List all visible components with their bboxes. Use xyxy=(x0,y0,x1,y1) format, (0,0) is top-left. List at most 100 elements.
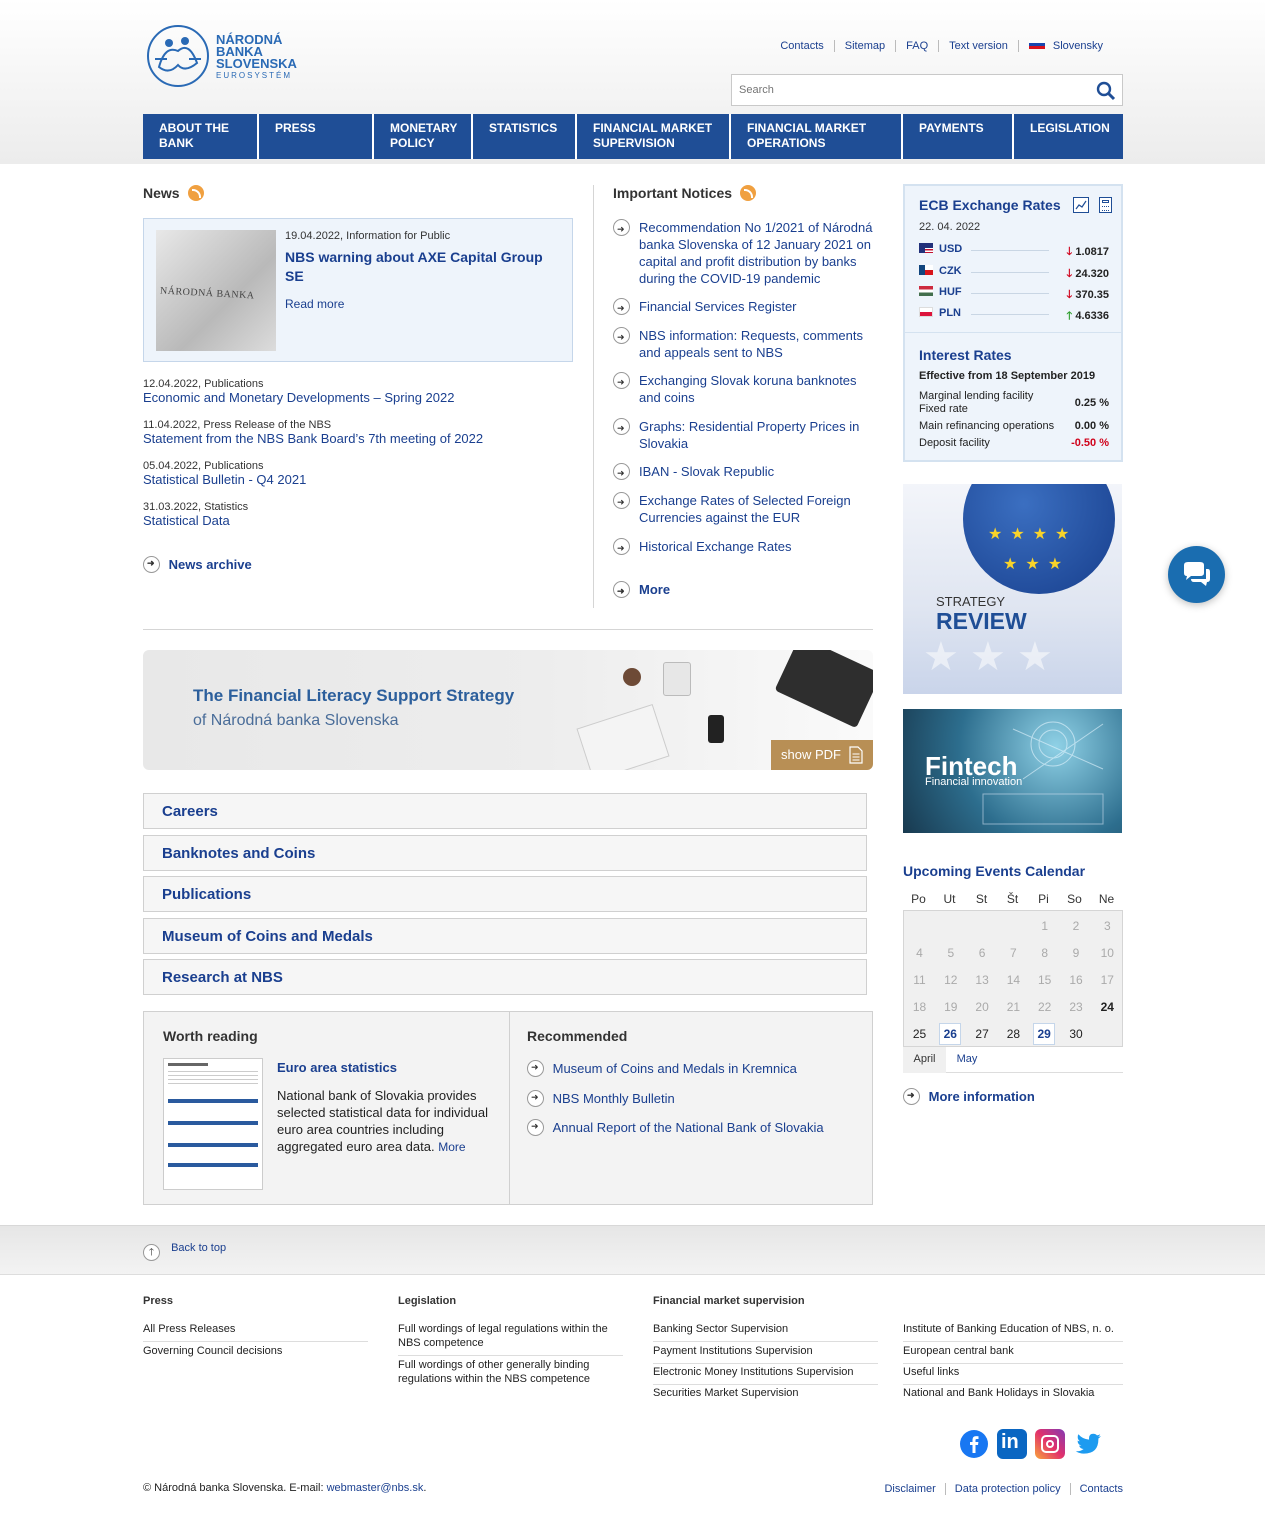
calendar-day[interactable]: 28 xyxy=(998,1021,1029,1048)
chat-button[interactable] xyxy=(1168,546,1225,603)
calendar-day[interactable]: 13 xyxy=(967,967,998,994)
notice-item[interactable]: Historical Exchange Rates xyxy=(613,538,875,557)
footer-link[interactable]: Governing Council decisions xyxy=(143,1344,368,1363)
footer-link[interactable]: All Press Releases xyxy=(143,1322,368,1342)
footer-link[interactable]: Full wordings of other generally binding… xyxy=(398,1358,623,1391)
instagram-icon[interactable] xyxy=(1035,1429,1065,1459)
footer-link[interactable]: Full wordings of legal regulations withi… xyxy=(398,1322,623,1356)
rss-icon[interactable] xyxy=(187,185,204,201)
research-box[interactable]: Research at NBS xyxy=(143,959,867,995)
news-link[interactable]: Statistical Data xyxy=(143,513,230,528)
facebook-icon[interactable] xyxy=(959,1429,989,1459)
notice-item[interactable]: IBAN - Slovak Republic xyxy=(613,463,875,482)
news-link[interactable]: Statement from the NBS Bank Board’s 7th … xyxy=(143,431,483,446)
calendar-day[interactable]: 23 xyxy=(1061,994,1092,1021)
calendar-day[interactable]: 20 xyxy=(967,994,998,1021)
footer-contacts-link[interactable]: Contacts xyxy=(1069,1483,1123,1495)
rate-row-pln[interactable]: PLN 🡑 4.6336 xyxy=(919,307,1109,322)
nav-monetary-policy[interactable]: Monetary policy xyxy=(374,114,473,159)
read-more-link[interactable]: Read more xyxy=(285,297,344,311)
recommended-item[interactable]: Museum of Coins and Medals in Kremnica xyxy=(527,1060,797,1077)
calendar-day[interactable]: 4 xyxy=(904,940,935,967)
nav-legislation[interactable]: Legislation xyxy=(1014,114,1123,159)
rate-row-czk[interactable]: CZK 🡓 24.320 xyxy=(919,265,1109,280)
faq-link[interactable]: FAQ xyxy=(895,40,938,52)
notice-item[interactable]: Exchanging Slovak koruna banknotes and c… xyxy=(613,372,875,406)
calendar-day[interactable]: 21 xyxy=(998,994,1029,1021)
show-pdf-button[interactable]: show PDF xyxy=(771,740,873,770)
euro-statistics-thumbnail[interactable] xyxy=(163,1058,263,1190)
search-icon[interactable] xyxy=(1096,81,1116,101)
calendar-day[interactable]: 5 xyxy=(935,940,966,967)
calendar-day[interactable]: 1 xyxy=(1029,913,1060,940)
banknotes-coins-box[interactable]: Banknotes and Coins xyxy=(143,835,867,871)
nav-about-the-bank[interactable]: About the bank xyxy=(143,114,259,159)
calendar-day[interactable]: 27 xyxy=(967,1021,998,1048)
news-link[interactable]: Statistical Bulletin - Q4 2021 xyxy=(143,472,306,487)
linkedin-icon[interactable]: in xyxy=(997,1429,1027,1459)
news-feature-headline[interactable]: NBS warning about AXE Capital Group SE xyxy=(285,248,560,286)
tab-april[interactable]: April xyxy=(903,1047,946,1073)
back-to-top-link[interactable]: 🡑 Back to top xyxy=(143,1242,226,1261)
search-input[interactable] xyxy=(739,76,1089,104)
nav-press[interactable]: Press xyxy=(259,114,374,159)
calendar-day[interactable]: 7 xyxy=(998,940,1029,967)
calendar-day[interactable]: 14 xyxy=(998,967,1029,994)
calendar-day[interactable]: 25 xyxy=(904,1021,935,1048)
fintech-banner[interactable]: Fintech Financial innovation xyxy=(903,709,1122,833)
calendar-more-link[interactable]: More information xyxy=(903,1088,1035,1105)
footer-link[interactable]: Electronic Money Institutions Supervisio… xyxy=(653,1365,878,1385)
data-protection-link[interactable]: Data protection policy xyxy=(944,1483,1070,1495)
footer-link[interactable]: National and Bank Holidays in Slovakia xyxy=(903,1386,1123,1405)
calendar-day[interactable]: 18 xyxy=(904,994,935,1021)
careers-box[interactable]: Careers xyxy=(143,793,867,829)
calendar-day[interactable]: 15 xyxy=(1029,967,1060,994)
calendar-day[interactable]: 22 xyxy=(1029,994,1060,1021)
calendar-day[interactable]: 30 xyxy=(1061,1021,1092,1048)
worth-reading-more-link[interactable]: More xyxy=(438,1140,465,1154)
nav-financial-market-supervision[interactable]: Financial market supervision xyxy=(577,114,731,159)
calculator-icon[interactable] xyxy=(1099,197,1112,213)
nbs-logo[interactable]: NÁRODNÁ BANKA SLOVENSKA EUROSYSTÉM xyxy=(143,20,303,92)
footer-link[interactable]: Banking Sector Supervision xyxy=(653,1322,878,1342)
calendar-day[interactable]: 12 xyxy=(935,967,966,994)
rate-row-usd[interactable]: USD 🡓 1.0817 xyxy=(919,243,1109,258)
nav-payments[interactable]: Payments xyxy=(903,114,1014,159)
notice-item[interactable]: Financial Services Register xyxy=(613,298,875,317)
footer-link[interactable]: Useful links xyxy=(903,1365,1123,1385)
calendar-day[interactable]: 19 xyxy=(935,994,966,1021)
euro-statistics-link[interactable]: Euro area statistics xyxy=(277,1060,397,1075)
footer-link[interactable]: Securities Market Supervision xyxy=(653,1386,878,1405)
footer-link[interactable]: Payment Institutions Supervision xyxy=(653,1344,878,1364)
calendar-day[interactable]: 8 xyxy=(1029,940,1060,967)
calendar-day[interactable]: 29 xyxy=(1033,1023,1056,1045)
notice-item[interactable]: Recommendation No 1/2021 of Národná bank… xyxy=(613,219,875,287)
museum-box[interactable]: Museum of Coins and Medals xyxy=(143,918,867,954)
contacts-link[interactable]: Contacts xyxy=(770,40,833,52)
calendar-day[interactable]: 3 xyxy=(1092,913,1123,940)
recommended-item[interactable]: Annual Report of the National Bank of Sl… xyxy=(527,1119,824,1136)
notices-more-link[interactable]: More xyxy=(613,581,875,600)
calendar-day[interactable]: 9 xyxy=(1061,940,1092,967)
calendar-day[interactable]: 10 xyxy=(1092,940,1123,967)
calendar-day[interactable]: 2 xyxy=(1061,913,1092,940)
strategy-review-banner[interactable]: ★★★★ ★★★ ★ ★ ★ STRATEGY REVIEW xyxy=(903,484,1122,694)
rate-row-huf[interactable]: HUF 🡓 370.35 xyxy=(919,286,1109,301)
calendar-day[interactable]: 17 xyxy=(1092,967,1123,994)
news-link[interactable]: Economic and Monetary Developments – Spr… xyxy=(143,390,454,405)
text-version-link[interactable]: Text version xyxy=(938,40,1018,52)
notice-item[interactable]: NBS information: Requests, comments and … xyxy=(613,327,875,361)
language-link[interactable]: Slovensky xyxy=(1017,40,1113,52)
webmaster-email-link[interactable]: webmaster@nbs.sk xyxy=(327,1482,424,1494)
calendar-day[interactable]: 24 xyxy=(1092,994,1123,1021)
calendar-day[interactable]: 6 xyxy=(967,940,998,967)
disclaimer-link[interactable]: Disclaimer xyxy=(875,1483,944,1495)
footer-link[interactable]: European central bank xyxy=(903,1344,1123,1364)
tab-may[interactable]: May xyxy=(947,1047,987,1073)
recommended-item[interactable]: NBS Monthly Bulletin xyxy=(527,1090,675,1107)
calendar-day[interactable]: 16 xyxy=(1061,967,1092,994)
notice-item[interactable]: Graphs: Residential Property Prices in S… xyxy=(613,418,875,452)
news-thumbnail[interactable]: NÁRODNÁ BANKA xyxy=(156,230,276,351)
news-archive-link[interactable]: News archive xyxy=(143,556,252,573)
publications-box[interactable]: Publications xyxy=(143,876,867,912)
